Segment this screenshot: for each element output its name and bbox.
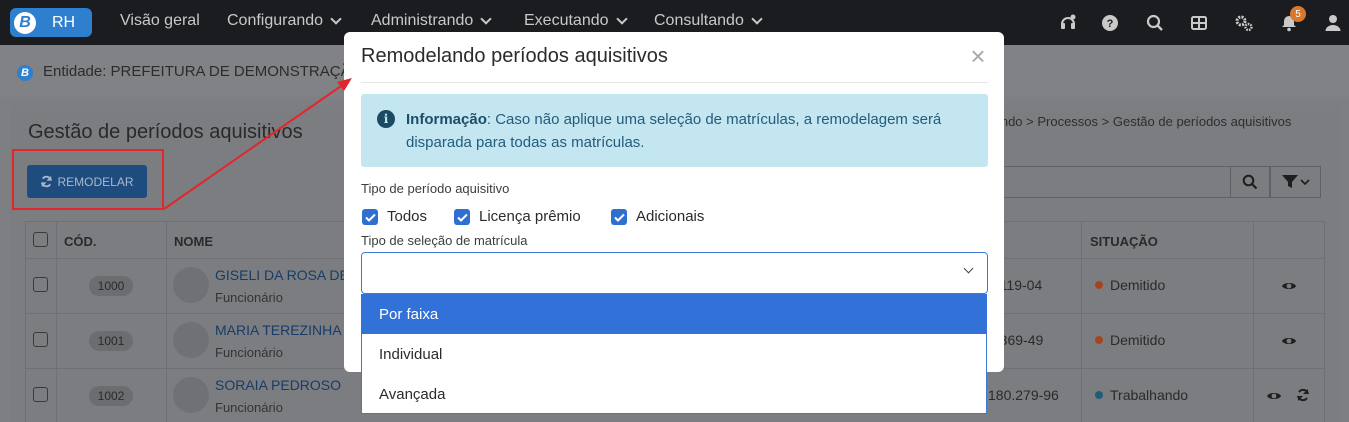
column-header-code[interactable]: CÓD. xyxy=(64,234,97,249)
employee-name[interactable]: SORAIA PEDROSO xyxy=(215,377,341,393)
eye-icon[interactable] xyxy=(1281,278,1297,294)
check-icon xyxy=(364,213,376,222)
code-badge: 1001 xyxy=(89,331,133,351)
checkbox-licenca-premio[interactable] xyxy=(454,209,470,225)
chevron-down-icon xyxy=(480,12,492,25)
help-icon[interactable]: ? xyxy=(1100,13,1120,33)
user-icon[interactable] xyxy=(1323,13,1343,33)
employee-document: 180.279-96 xyxy=(988,387,1059,403)
nav-item-consultando[interactable]: Consultando xyxy=(654,12,763,30)
modal-title: Remodelando períodos aquisitivos xyxy=(361,45,668,67)
search-button[interactable] xyxy=(1230,166,1270,198)
period-type-label: Tipo de período aquisitivo xyxy=(361,181,510,196)
select-all-checkbox[interactable] xyxy=(33,232,48,247)
selection-type-label: Tipo de seleção de matrícula xyxy=(361,233,528,248)
dropdown-option-individual[interactable]: Individual xyxy=(361,334,987,374)
notification-badge: 5 xyxy=(1290,6,1306,22)
modal-divider xyxy=(361,82,988,83)
logo-text: RH xyxy=(52,13,76,31)
nav-item-configurando[interactable]: Configurando xyxy=(227,12,342,30)
selection-type-select[interactable] xyxy=(361,252,988,294)
search-icon[interactable] xyxy=(1145,13,1165,33)
chevron-down-icon xyxy=(751,12,763,25)
search-input[interactable] xyxy=(990,166,1230,198)
avatar xyxy=(173,267,209,303)
chevron-down-icon xyxy=(330,12,342,25)
filter-icon xyxy=(1281,175,1298,188)
page-title: Gestão de períodos aquisitivos xyxy=(28,121,303,143)
nav-item-visao-geral[interactable]: Visão geral xyxy=(120,12,200,30)
table-divider xyxy=(56,221,57,422)
employee-role: Funcionário xyxy=(215,290,283,305)
search-icon xyxy=(1242,174,1258,190)
column-header-status[interactable]: SITUAÇÃO xyxy=(1090,234,1158,249)
code-badge: 1000 xyxy=(89,276,133,296)
dropdown-option-por-faixa[interactable]: Por faixa xyxy=(361,294,987,334)
table-divider xyxy=(1253,221,1254,422)
chevron-down-icon xyxy=(1299,179,1310,186)
logo-letter: B xyxy=(14,11,36,34)
refresh-icon[interactable] xyxy=(1295,387,1311,403)
support-icon[interactable] xyxy=(1058,13,1078,33)
employee-role: Funcionário xyxy=(215,400,283,415)
info-alert-text: Informação: Caso não aplique uma seleção… xyxy=(406,111,942,151)
employee-name[interactable]: GISELI DA ROSA DE xyxy=(215,267,349,283)
filter-button[interactable] xyxy=(1270,166,1321,198)
row-checkbox[interactable] xyxy=(33,332,48,347)
chevron-down-icon xyxy=(615,12,628,25)
breadcrumb[interactable]: tando > Processos > Gestão de períodos a… xyxy=(990,114,1291,129)
status-dot xyxy=(1095,336,1103,344)
svg-text:?: ? xyxy=(1107,18,1114,30)
eye-icon[interactable] xyxy=(1281,333,1297,349)
checkbox-label-licenca-premio[interactable]: Licença prêmio xyxy=(479,208,581,225)
row-checkbox[interactable] xyxy=(33,387,48,402)
entity-label[interactable]: Entidade: PREFEITURA DE DEMONSTRAÇÃ xyxy=(43,63,351,80)
checkbox-adicionais[interactable] xyxy=(611,209,627,225)
avatar xyxy=(173,322,209,358)
status-dot xyxy=(1095,281,1103,289)
app-logo[interactable]: B RH xyxy=(10,8,92,37)
annotation-highlight-box xyxy=(12,149,164,210)
close-icon[interactable]: × xyxy=(968,43,988,69)
employee-name[interactable]: MARIA TEREZINHA xyxy=(215,322,342,338)
avatar xyxy=(173,377,209,413)
check-icon xyxy=(613,213,625,222)
nav-item-administrando[interactable]: Administrando xyxy=(371,12,492,30)
code-badge: 1002 xyxy=(89,386,133,406)
checkbox-todos[interactable] xyxy=(362,209,378,225)
dropdown-option-avancada[interactable]: Avançada xyxy=(361,374,987,414)
employee-role: Funcionário xyxy=(215,345,283,360)
nav-item-executando[interactable]: Executando xyxy=(524,12,628,30)
row-checkbox[interactable] xyxy=(33,277,48,292)
status-badge: Demitido xyxy=(1095,277,1165,293)
entity-logo-icon: B xyxy=(17,65,33,81)
status-badge: Demitido xyxy=(1095,332,1165,348)
checkbox-label-adicionais[interactable]: Adicionais xyxy=(636,208,704,225)
status-dot xyxy=(1095,391,1103,399)
check-icon xyxy=(456,213,468,222)
table-divider xyxy=(166,221,167,422)
table-divider xyxy=(1081,221,1082,422)
apps-icon[interactable] xyxy=(1189,13,1209,33)
settings-icon[interactable] xyxy=(1234,13,1254,33)
column-header-name[interactable]: NOME xyxy=(174,234,213,249)
eye-icon[interactable] xyxy=(1266,388,1282,404)
checkbox-label-todos[interactable]: Todos xyxy=(387,208,427,225)
info-icon: i xyxy=(377,110,395,128)
status-badge: Trabalhando xyxy=(1095,387,1188,403)
